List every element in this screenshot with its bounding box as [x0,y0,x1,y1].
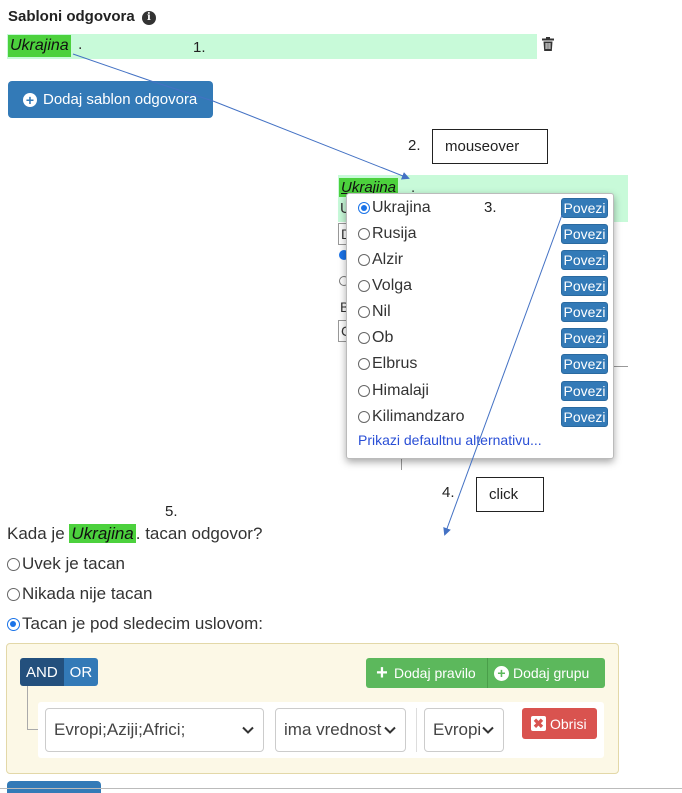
section-title-text: Sabloni odgovora [8,8,135,25]
alt-option[interactable]: Himalaji [358,380,429,402]
alt-option-label: Himalaji [372,382,429,399]
step-1-number: 1. [193,39,206,56]
alt-option-label: Ukrajina [372,199,431,216]
mouseover-text: mouseover [445,138,520,155]
add-template-label: Dodaj sablon odgovora [43,91,198,108]
radio-icon[interactable] [358,411,370,423]
alt-option[interactable]: Alzir [358,249,403,271]
rule-separator [416,708,417,752]
value-select[interactable]: Evropi [424,708,504,752]
chevron-down-icon [482,726,494,734]
answer-option-never[interactable]: Nikada nije tacan [7,584,152,604]
answer-option-condition[interactable]: Tacan je pod sledecim uslovom: [7,614,263,634]
alt-option-label: Elbrus [372,355,418,372]
povezi-button[interactable]: Povezi [561,407,608,427]
question-text: Kada je Ukrajina. tacan odgovor? [7,524,262,544]
plus-circle-icon: + [23,92,37,107]
operator-select-value: ima vrednost [284,720,382,739]
radio-icon[interactable] [358,254,370,266]
radio-icon[interactable] [358,385,370,397]
radio-icon[interactable] [358,228,370,240]
povezi-button[interactable]: Povezi [561,381,608,401]
radio-icon[interactable] [358,358,370,370]
plus-icon: + [376,661,388,684]
step-2-number: 2. [408,137,421,154]
step-5-number: 5. [165,503,178,520]
povezi-button[interactable]: Povezi [561,328,608,348]
answer-option-label: Uvek je tacan [22,554,125,573]
povezi-button[interactable]: Povezi [561,198,608,218]
add-template-button[interactable]: + Dodaj sablon odgovora [8,81,213,118]
and-or-toggle[interactable]: AND OR [20,658,99,686]
click-text: click [489,486,519,503]
close-icon: ✖ [531,716,546,731]
alt-option[interactable]: Rusija [358,223,416,245]
alt-option[interactable]: Ob [358,327,393,349]
chevron-down-icon [384,726,396,734]
alt-option[interactable]: Kilimandzaro [358,406,464,428]
povezi-button[interactable]: Povezi [561,224,608,244]
plus-circle-icon: + [494,665,509,681]
default-alternative-link[interactable]: Prikazi defaultnu alternativu... [358,432,542,448]
answer-option-label: Tacan je pod sledecim uslovom: [22,614,263,633]
delete-rule-button[interactable]: ✖ Obrisi [522,708,597,739]
radio-icon[interactable] [7,587,20,601]
template-row[interactable]: Ukrajina . [7,34,537,59]
field-select[interactable]: Evropi;Aziji;Africi; [45,708,264,752]
step-3-number: 3. [484,199,497,216]
chevron-down-icon [242,726,254,734]
alternatives-popup: Ukrajina Rusija Alzir Volga Nil Ob Elbru… [346,193,614,459]
answer-option-label: Nikada nije tacan [22,584,153,603]
povezi-button[interactable]: Povezi [561,302,608,322]
answer-option-always[interactable]: Uvek je tacan [7,554,125,574]
section-title: Sabloni odgovora i [8,8,156,25]
step-4-number: 4. [442,484,455,501]
mouseover-callout: mouseover [432,129,548,164]
template-highlight[interactable]: Ukrajina [8,35,71,57]
operator-select[interactable]: ima vrednost [275,708,406,752]
bottom-button[interactable] [7,781,101,793]
preview-divider [612,366,628,367]
question-highlight[interactable]: Ukrajina [69,524,136,543]
trash-icon[interactable] [542,37,554,51]
alt-option[interactable]: Ukrajina [358,197,431,219]
value-select-value: Evropi [433,720,482,739]
radio-icon[interactable] [7,617,20,631]
alt-option-label: Alzir [372,251,404,268]
radio-icon[interactable] [7,557,20,571]
alt-option[interactable]: Volga [358,275,412,297]
alt-option-label: Kilimandzaro [372,408,465,425]
add-rule-group: + Dodaj pravilo + Dodaj grupu [366,658,605,688]
alt-option-label: Rusija [372,225,417,242]
or-button[interactable]: OR [63,658,99,686]
template-rest: . [78,36,83,53]
radio-icon[interactable] [358,280,370,292]
add-group-button[interactable]: + Dodaj grupu [488,658,605,688]
preview-vertical-divider [401,458,402,470]
alt-option[interactable]: Elbrus [358,353,417,375]
alt-option[interactable]: Nil [358,301,391,323]
add-group-label: Dodaj grupu [513,665,590,681]
info-icon[interactable]: i [141,11,156,25]
question-prefix: Kada je [7,524,65,543]
radio-icon[interactable] [358,202,370,214]
povezi-button[interactable]: Povezi [561,354,608,374]
question-suffix: . tacan odgovor? [135,524,263,543]
alt-option-label: Nil [372,303,391,320]
povezi-button[interactable]: Povezi [561,250,608,270]
add-rule-label: Dodaj pravilo [394,665,476,681]
radio-icon[interactable] [358,332,370,344]
and-button[interactable]: AND [20,658,64,686]
field-select-value: Evropi;Aziji;Africi; [54,720,186,739]
povezi-button[interactable]: Povezi [561,276,608,296]
click-callout: click [476,477,544,512]
delete-rule-label: Obrisi [550,715,587,732]
alt-option-label: Volga [372,277,413,294]
radio-icon[interactable] [358,306,370,318]
alt-option-label: Ob [372,329,394,346]
add-rule-button[interactable]: + Dodaj pravilo [366,658,488,688]
